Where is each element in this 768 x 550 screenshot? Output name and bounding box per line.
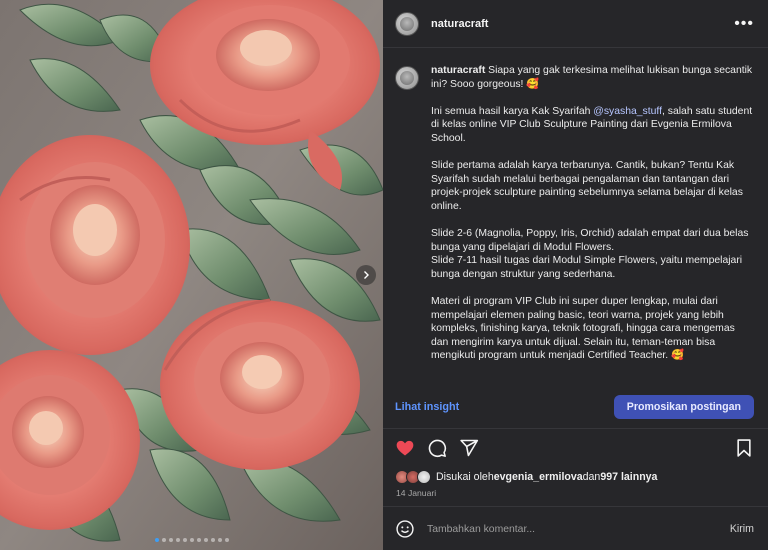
- chevron-right-icon: [364, 271, 369, 279]
- caption-username[interactable]: naturacraft: [431, 65, 485, 76]
- insight-row: Lihat insight Promosikan postingan: [395, 394, 754, 420]
- slide-dot: [203, 538, 208, 542]
- comment-bar: Kirim: [395, 516, 754, 542]
- post-comment-button[interactable]: Kirim: [730, 523, 754, 535]
- post-header: naturacraft •••: [383, 0, 768, 48]
- slide-dot: [224, 538, 229, 542]
- comment-icon[interactable]: [427, 438, 447, 458]
- next-slide-button[interactable]: [356, 265, 376, 285]
- slide-dot: [196, 538, 201, 542]
- rose-sculpture-painting: [0, 0, 383, 550]
- divider: [383, 428, 768, 429]
- likes-summary: Disukai oleh evgenia_ermilova dan 997 la…: [395, 469, 754, 485]
- post-viewer: naturacraft ••• naturacraft Siapa yang g…: [0, 0, 768, 550]
- promote-post-button[interactable]: Promosikan postingan: [613, 395, 754, 419]
- likes-count[interactable]: 997 lainnya: [600, 471, 657, 483]
- view-insights-link[interactable]: Lihat insight: [395, 401, 459, 413]
- share-icon[interactable]: [459, 438, 479, 458]
- slide-dot: [189, 538, 194, 542]
- post-username[interactable]: naturacraft: [431, 18, 488, 30]
- smiley-icon[interactable]: [395, 519, 415, 539]
- likes-mid: dan: [582, 471, 601, 483]
- more-horizontal-icon[interactable]: •••: [734, 15, 754, 31]
- post-actions: [395, 437, 754, 459]
- caption-p5: Materi di program VIP Club ini super dup…: [431, 296, 735, 362]
- post-details-panel: naturacraft ••• naturacraft Siapa yang g…: [383, 0, 768, 550]
- divider: [383, 506, 768, 507]
- post-date: 14 Januari: [396, 488, 437, 498]
- caption-p4b: Slide 7-11 hasil tugas dari Modul Simple…: [431, 255, 743, 280]
- slide-dot: [154, 538, 159, 542]
- slide-dot: [175, 538, 180, 542]
- rose-center: [160, 298, 360, 470]
- mention-link[interactable]: @syasha_stuff: [593, 106, 662, 117]
- caption-avatar[interactable]: [395, 66, 419, 90]
- slide-dot: [182, 538, 187, 542]
- bookmark-icon[interactable]: [734, 438, 754, 458]
- avatar[interactable]: [395, 11, 419, 36]
- slide-dot: [217, 538, 222, 542]
- caption-p3: Slide pertama adalah karya terbarunya. C…: [431, 160, 743, 212]
- slide-dot: [168, 538, 173, 542]
- slide-dot: [161, 538, 166, 542]
- heart-filled-icon[interactable]: [395, 438, 415, 458]
- liker-avatars[interactable]: [395, 470, 431, 484]
- slide-indicator: [0, 538, 383, 542]
- comment-input[interactable]: [427, 523, 730, 535]
- likes-prefix: Disukai oleh: [436, 471, 494, 483]
- slide-dot: [210, 538, 215, 542]
- caption-p2-pre: Ini semua hasil karya Kak Syarifah: [431, 105, 594, 117]
- liker-username[interactable]: evgenia_ermilova: [494, 471, 583, 483]
- post-image[interactable]: [0, 0, 383, 550]
- caption-p4a: Slide 2-6 (Magnolia, Poppy, Iris, Orchid…: [431, 228, 749, 253]
